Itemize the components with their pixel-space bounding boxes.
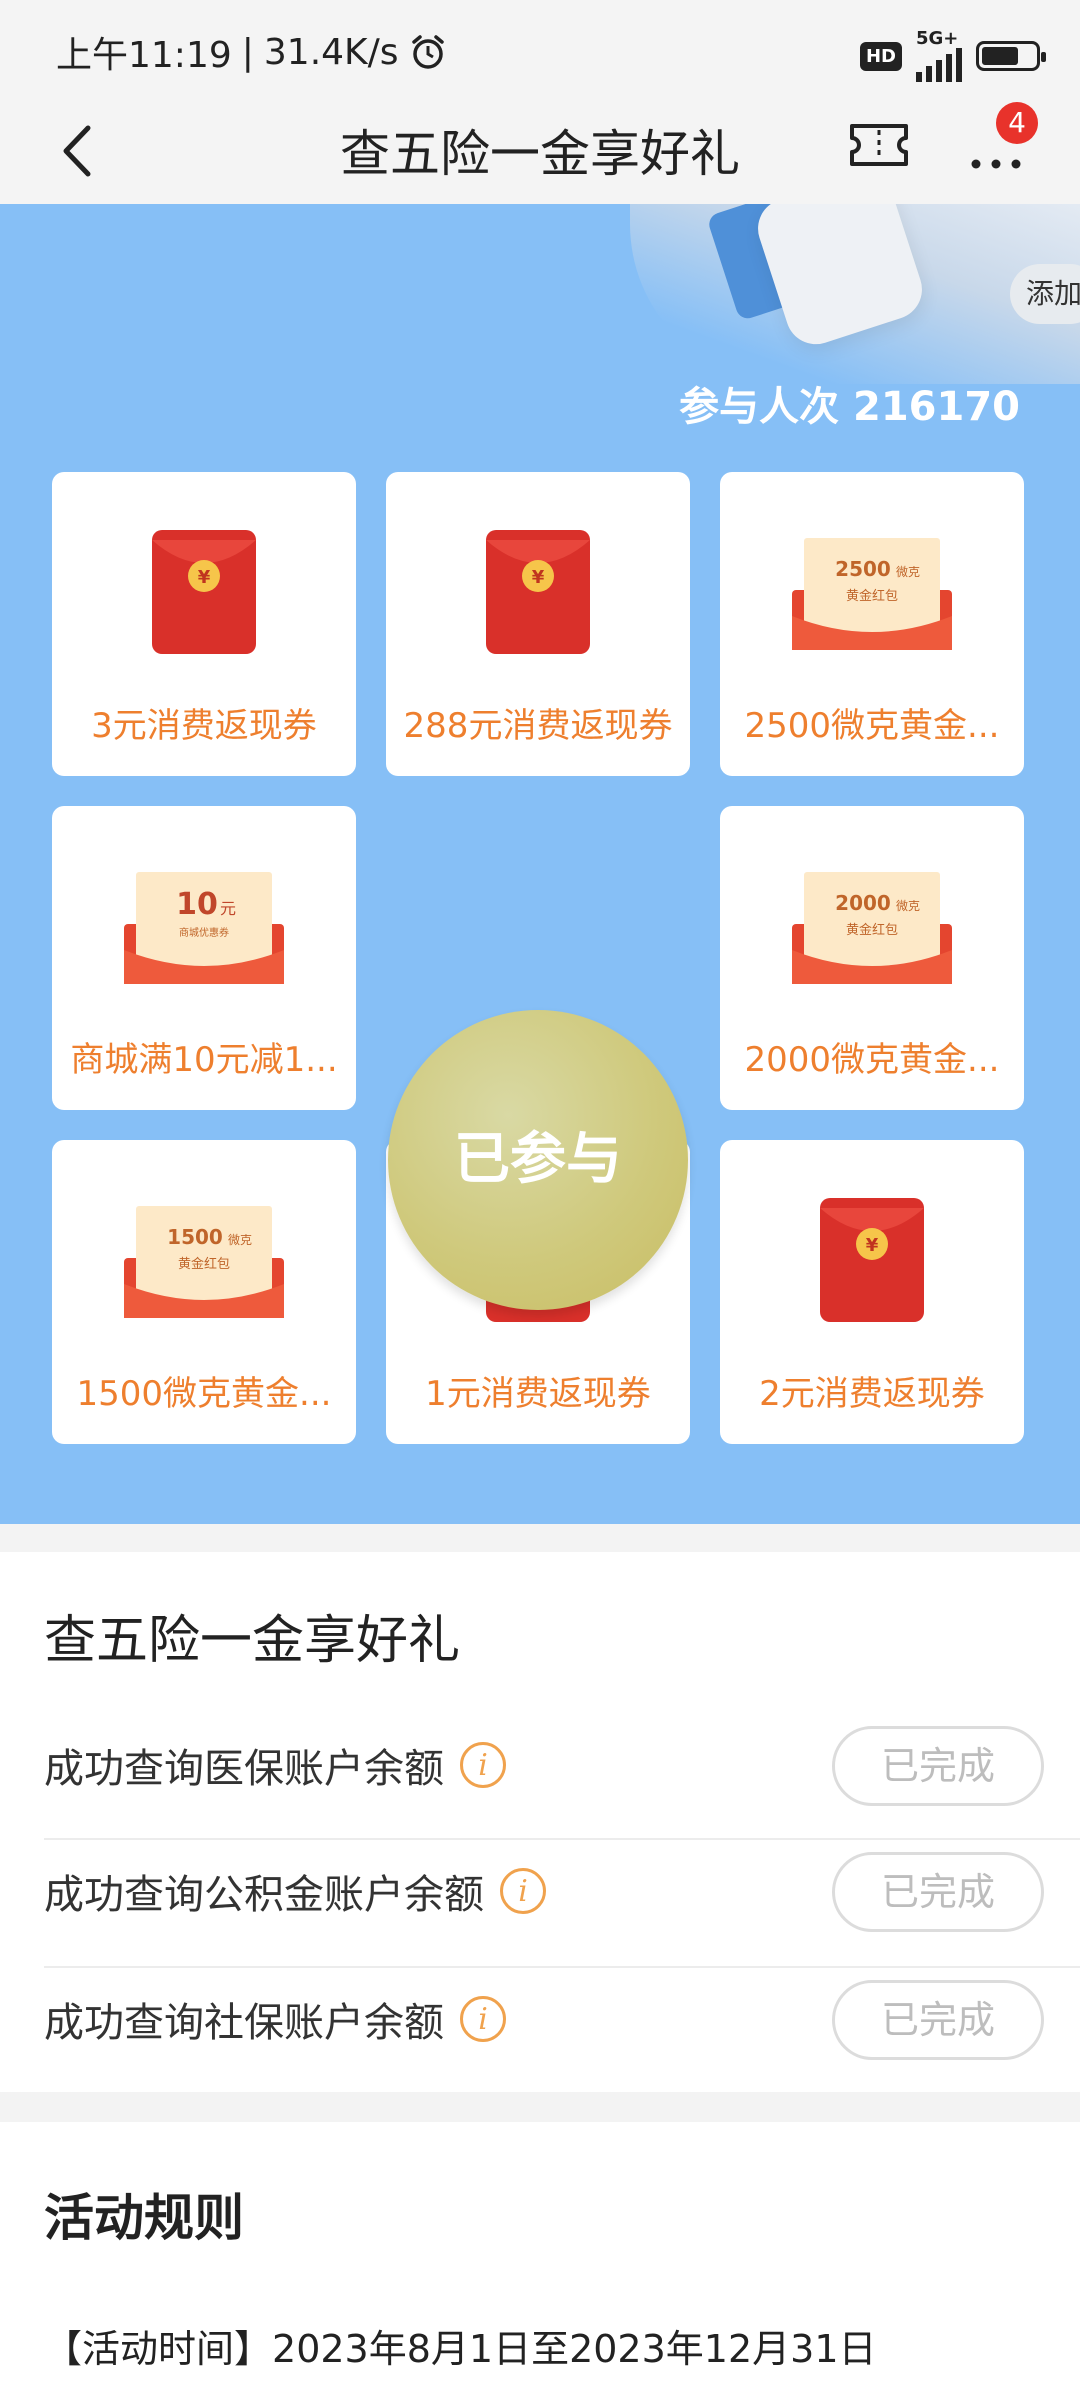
gold-envelope-icon: 1500 微克 黄金红包 (52, 1196, 356, 1326)
coupon-envelope-icon: 10 元 商城优惠券 (52, 862, 356, 992)
info-icon[interactable]: i (460, 1742, 506, 1788)
svg-text:¥: ¥ (198, 567, 211, 588)
svg-text:微克: 微克 (228, 1233, 252, 1247)
nav-bar: 查五险一金享好礼 4 (0, 100, 1080, 204)
lottery-banner: 添加 参与人次 216170 ¥ 3元消费返现券 ¥ 288元消费返现券 250… (0, 204, 1080, 1524)
svg-text:黄金红包: 黄金红包 (846, 922, 898, 938)
svg-text:2000: 2000 (835, 891, 891, 915)
red-envelope-icon: ¥ (386, 528, 690, 658)
task-section-title: 查五险一金享好礼 (44, 1611, 461, 1671)
svg-text:微克: 微克 (896, 565, 920, 579)
alarm-icon (411, 35, 444, 69)
svg-text:黄金红包: 黄金红包 (846, 588, 898, 604)
task-status-button[interactable]: 已完成 (832, 1726, 1044, 1806)
gold-envelope-icon: 2000 微克 黄金红包 (720, 862, 1024, 992)
svg-text:元: 元 (220, 899, 236, 918)
prize-label: 2500微克黄金... (744, 706, 1000, 746)
status-time: 上午11:19 (56, 35, 232, 76)
prize-cell: 1500 微克 黄金红包 1500微克黄金... (52, 1140, 356, 1444)
hd-icon: HD (859, 41, 902, 71)
prize-label: 2元消费返现券 (759, 1374, 985, 1414)
task-status-button[interactable]: 已完成 (832, 1980, 1044, 2060)
prize-cell: 10 元 商城优惠券 商城满10元减1... (52, 806, 356, 1110)
task-label: 成功查询公积金账户余额 (44, 1872, 484, 1918)
prize-cell: ¥ 3元消费返现券 (52, 472, 356, 776)
svg-text:黄金红包: 黄金红包 (178, 1256, 230, 1272)
task-row: 成功查询公积金账户余额 i 已完成 (44, 1826, 1044, 1952)
gold-envelope-icon: 2500 微克 黄金红包 (720, 528, 1024, 658)
battery-icon (976, 41, 1046, 71)
svg-text:10: 10 (176, 887, 218, 922)
rules-title: 活动规则 (44, 2189, 244, 2247)
prize-label: 商城满10元减1... (70, 1040, 338, 1080)
page-title: 查五险一金享好礼 (340, 125, 740, 183)
prize-label: 1500微克黄金... (76, 1374, 332, 1414)
add-button[interactable]: 添加 (1010, 264, 1080, 324)
prize-cell: 2000 微克 黄金红包 2000微克黄金... (720, 806, 1024, 1110)
red-envelope-icon: ¥ (52, 528, 356, 658)
prize-label: 288元消费返现券 (403, 706, 673, 746)
task-status-button[interactable]: 已完成 (832, 1852, 1044, 1932)
participants-count: 参与人次 216170 (679, 384, 1020, 430)
ticket-icon[interactable] (848, 122, 910, 168)
prize-cell: ¥ 2元消费返现券 (720, 1140, 1024, 1444)
red-envelope-icon: ¥ (720, 1196, 1024, 1326)
task-row: 成功查询社保账户余额 i 已完成 (44, 1954, 1044, 2080)
prize-label: 3元消费返现券 (91, 706, 317, 746)
svg-text:2500: 2500 (835, 557, 891, 581)
svg-text:¥: ¥ (532, 567, 545, 588)
participated-button[interactable]: 已参与 (388, 1010, 688, 1310)
task-section: 查五险一金享好礼 成功查询医保账户余额 i 已完成 成功查询公积金账户余额 i … (0, 1552, 1080, 2092)
svg-text:微克: 微克 (896, 899, 920, 913)
activity-time-label: 【活动时间】 (44, 2327, 273, 2371)
prize-label: 2000微克黄金... (744, 1040, 1000, 1080)
activity-time: 【活动时间】2023年8月1日至2023年12月31日 (44, 2318, 877, 2373)
svg-text:商城优惠券: 商城优惠券 (179, 926, 229, 939)
rules-section: 活动规则 【活动时间】2023年8月1日至2023年12月31日 (0, 2122, 1080, 2400)
task-label: 成功查询社保账户余额 (44, 2000, 444, 2046)
signal-icon: 5G+ (916, 30, 962, 82)
task-row: 成功查询医保账户余额 i 已完成 (44, 1700, 1044, 1826)
status-network-speed: 31.4K/s (263, 31, 399, 73)
prize-cell: ¥ 288元消费返现券 (386, 472, 690, 776)
activity-time-value: 2023年8月1日至2023年12月31日 (272, 2327, 877, 2371)
task-label: 成功查询医保账户余额 (44, 1746, 444, 1792)
prize-label: 1元消费返现券 (425, 1374, 651, 1414)
prize-cell: 2500 微克 黄金红包 2500微克黄金... (720, 472, 1024, 776)
info-icon[interactable]: i (460, 1996, 506, 2042)
svg-text:1500: 1500 (167, 1225, 223, 1249)
svg-text:¥: ¥ (866, 1235, 879, 1256)
notification-badge: 4 (996, 102, 1038, 144)
status-bar: 上午11:19 | 31.4K/s HD 5G+ (0, 0, 1080, 100)
info-icon[interactable]: i (500, 1868, 546, 1914)
